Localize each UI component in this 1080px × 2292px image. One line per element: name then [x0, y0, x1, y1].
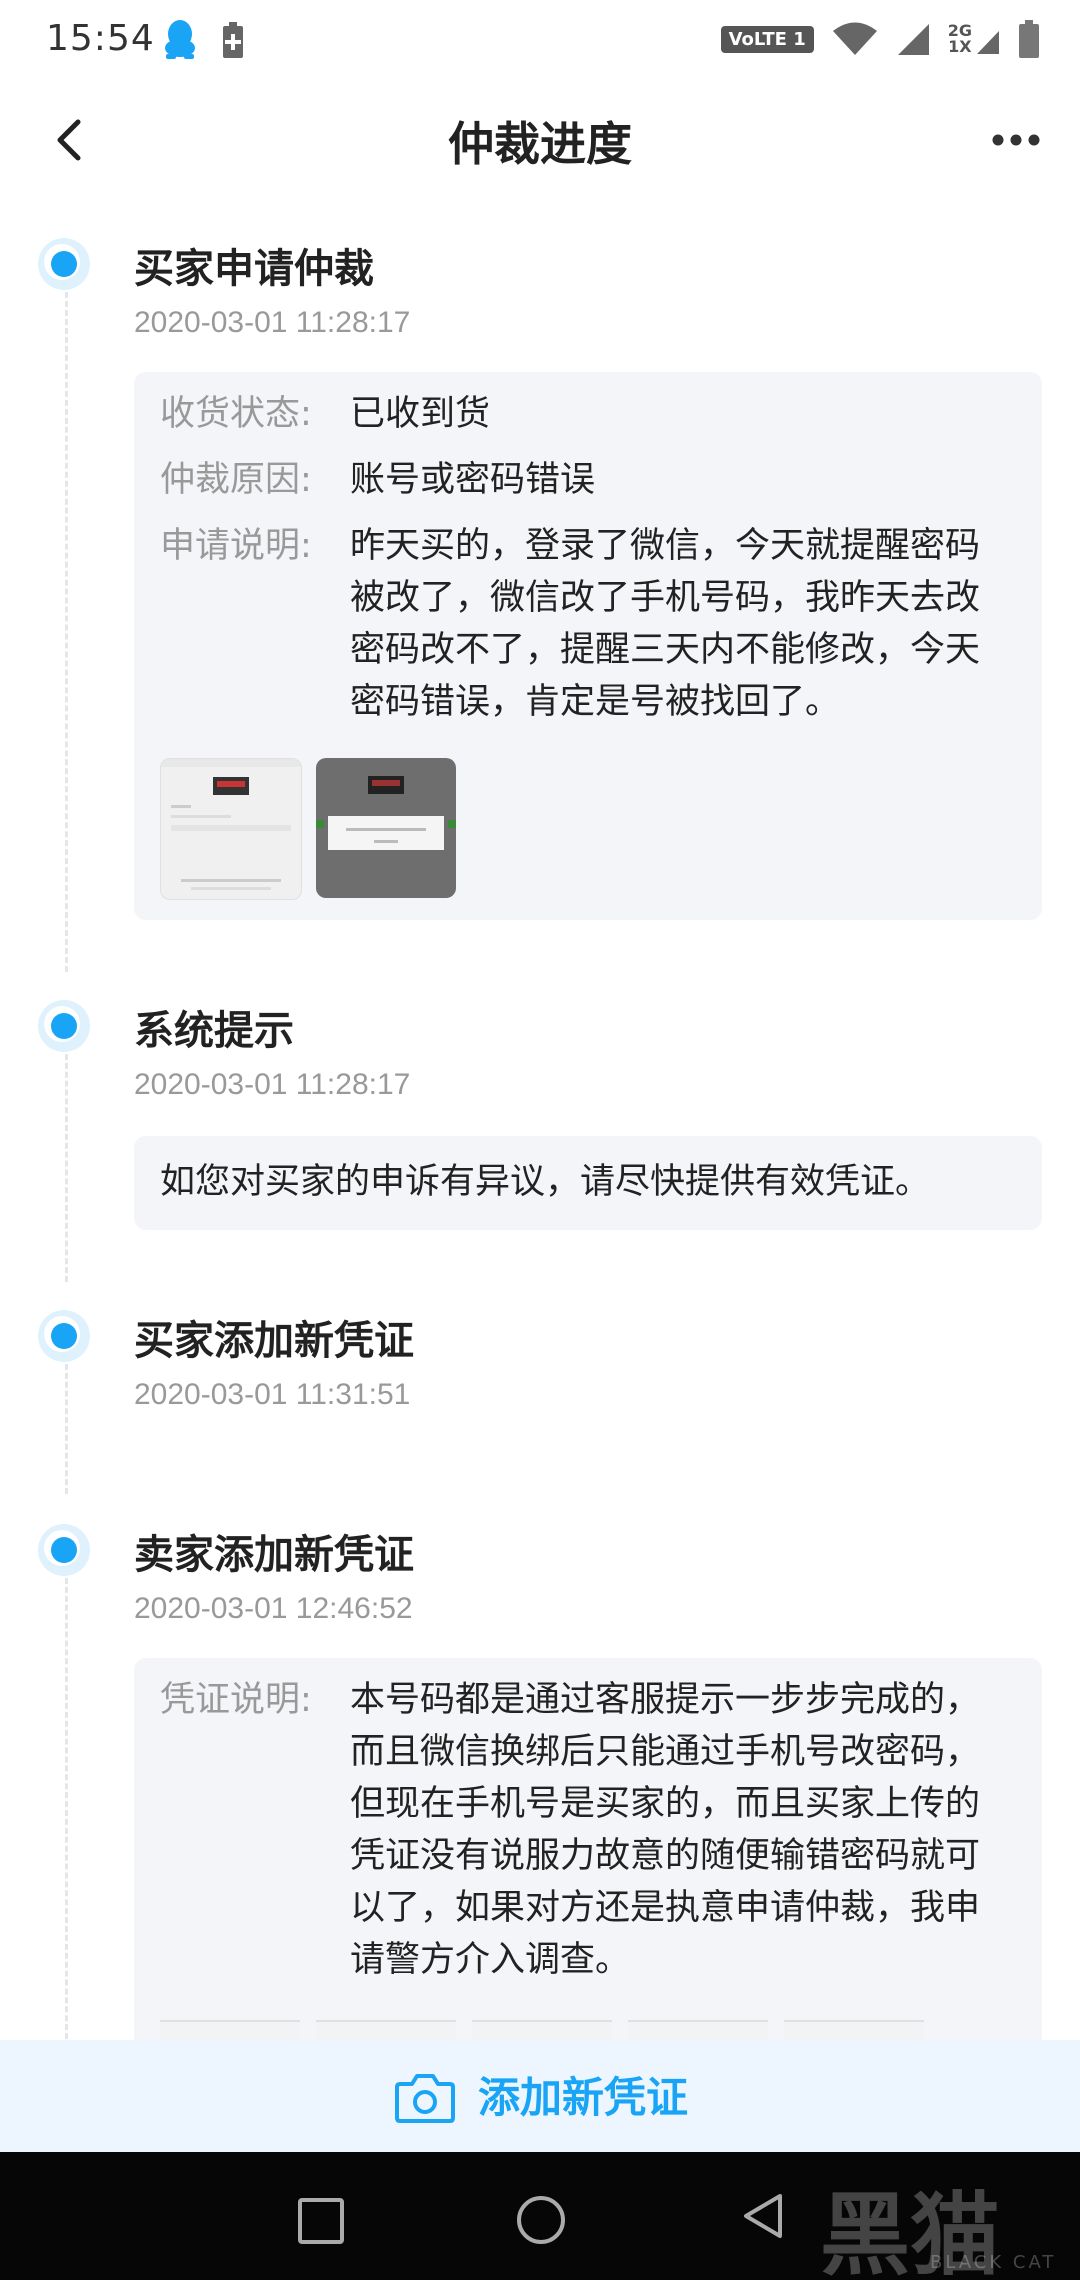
detail-value: 已收到货 — [350, 394, 491, 434]
add-evidence-button[interactable]: 添加新凭证 — [0, 2040, 1080, 2152]
evidence-thumbnail[interactable] — [316, 2020, 456, 2040]
event-title: 卖家添加新凭证 — [134, 1532, 414, 1578]
network-type: 2G 1X — [948, 23, 1000, 55]
system-note-text: 如您对买家的申诉有异议，请尽快提供有效凭证。 — [160, 1162, 931, 1202]
timeline-connector — [65, 292, 68, 972]
timeline-connector — [65, 1578, 68, 2040]
timeline-dot — [38, 238, 90, 290]
timeline-connector — [65, 1364, 68, 1494]
camera-icon — [395, 2074, 455, 2123]
top-nav: 仲裁进度 — [0, 80, 1080, 200]
detail-label: 凭证说明: — [160, 1680, 312, 1720]
evidence-thumbnail[interactable] — [784, 2020, 924, 2040]
timeline-dot — [38, 1524, 90, 1576]
battery-saver-icon — [223, 22, 243, 58]
evidence-thumbnail[interactable] — [628, 2020, 768, 2040]
event-detail-card: 收货状态: 已收到货 仲裁原因: 账号或密码错误 申请说明: 昨天买的，登录了微… — [134, 372, 1042, 920]
detail-label: 申请说明: — [160, 526, 312, 566]
system-nav-bar: 黑猫 BLACK CAT — [0, 2152, 1080, 2288]
timeline-connector — [65, 1054, 68, 1282]
event-detail-card: 凭证说明: 本号码都是通过客服提示一步步完成的，而且微信换绑后只能通过手机号改密… — [134, 1658, 1042, 2040]
evidence-thumbnail[interactable] — [316, 758, 456, 898]
page-title: 仲裁进度 — [448, 117, 632, 171]
status-indicators: VoLTE 1 2G 1X — [720, 20, 1040, 58]
battery-icon — [1019, 20, 1039, 58]
event-time: 2020-03-01 11:31:51 — [134, 1378, 411, 1411]
detail-value: 本号码都是通过客服提示一步步完成的，而且微信换绑后只能通过手机号改密码，但现在手… — [350, 1680, 981, 1980]
status-bar: 15:54 VoLTE 1 2G 1X — [0, 0, 1080, 80]
system-note-card: 如您对买家的申诉有异议，请尽快提供有效凭证。 — [134, 1136, 1042, 1230]
qq-icon — [165, 20, 195, 59]
timeline-dot — [38, 1000, 90, 1052]
nav-back-icon[interactable] — [740, 2192, 786, 2240]
event-title: 买家申请仲裁 — [134, 246, 374, 292]
screenshot-preview-icon — [316, 776, 456, 850]
event-time: 2020-03-01 11:28:17 — [134, 306, 411, 339]
watermark-subtext: BLACK CAT — [930, 2252, 1057, 2273]
network-label-bottom: 1X — [948, 37, 972, 56]
home-icon[interactable] — [517, 2196, 565, 2244]
evidence-strip — [160, 2020, 1020, 2040]
timeline[interactable]: 买家申请仲裁 2020-03-01 11:28:17 收货状态: 已收到货 仲裁… — [0, 200, 1080, 2040]
add-evidence-label: 添加新凭证 — [478, 2073, 689, 2122]
detail-value: 昨天买的，登录了微信，今天就提醒密码被改了，微信改了手机号码，我昨天去改密码改不… — [350, 526, 981, 722]
detail-value: 账号或密码错误 — [350, 460, 596, 500]
recent-apps-icon[interactable] — [298, 2198, 344, 2244]
signal-icon — [897, 24, 929, 55]
event-title: 买家添加新凭证 — [134, 1318, 414, 1364]
wifi-icon — [832, 22, 877, 55]
evidence-thumbnail[interactable] — [472, 2020, 612, 2040]
more-options-icon[interactable] — [986, 120, 1046, 160]
detail-label: 收货状态: — [160, 394, 312, 434]
event-time: 2020-03-01 12:46:52 — [134, 1592, 413, 1625]
status-time: 15:54 — [46, 18, 155, 59]
system-note: 如您对买家的申诉有异议，请尽快提供有效凭证。 — [160, 1156, 1016, 1208]
volte-badge: VoLTE 1 — [720, 25, 814, 53]
event-title: 系统提示 — [134, 1008, 294, 1054]
event-time: 2020-03-01 11:28:17 — [134, 1068, 411, 1101]
evidence-thumbnail[interactable] — [160, 758, 302, 900]
timeline-dot — [38, 1310, 90, 1362]
signal-icon-secondary — [977, 31, 999, 54]
detail-label: 仲裁原因: — [160, 460, 312, 500]
evidence-thumbnail[interactable] — [160, 2020, 300, 2040]
screenshot-preview-icon — [161, 759, 301, 890]
